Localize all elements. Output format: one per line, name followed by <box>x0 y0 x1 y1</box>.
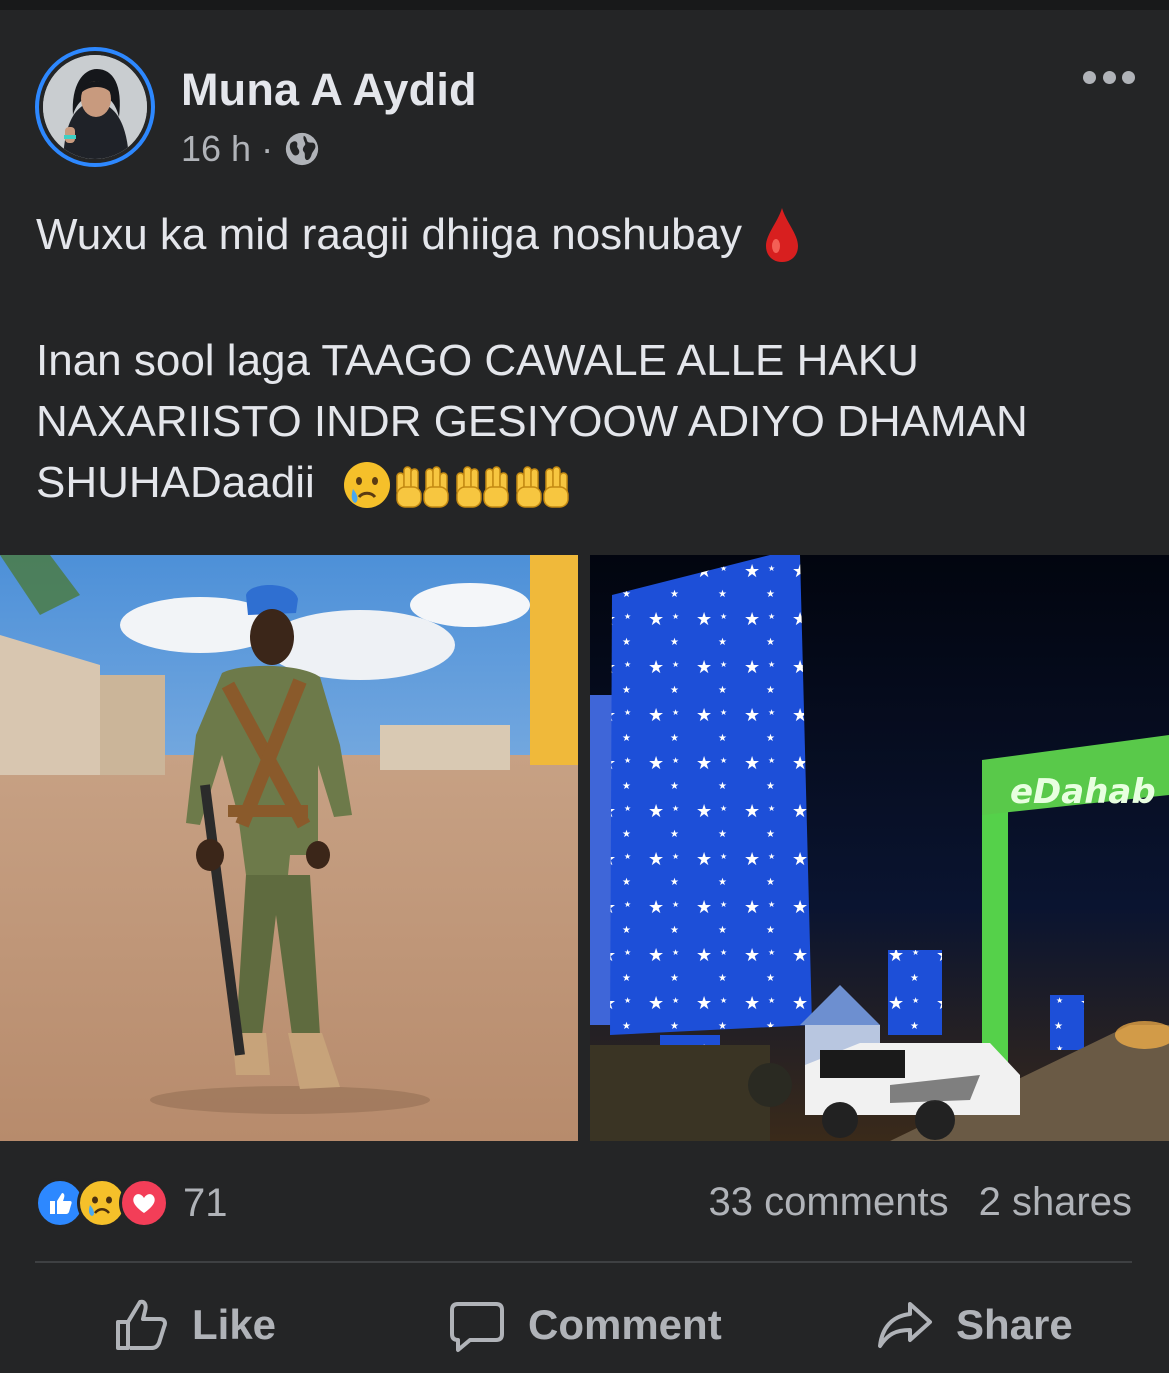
post-meta: 16 h · <box>181 128 321 170</box>
comments-count[interactable]: 33 comments <box>708 1180 948 1225</box>
edahab-sign: eDahab <box>1010 772 1156 812</box>
reactions-summary[interactable]: 71 <box>35 1178 228 1228</box>
avatar-image <box>43 55 147 159</box>
post-time[interactable]: 16 h <box>181 128 251 170</box>
author-name[interactable]: Muna A Aydid <box>181 64 477 116</box>
post-text-para2: Inan sool laga TAAGO CAWALE ALLE HAKU NA… <box>36 330 1146 513</box>
love-reaction-icon <box>119 1178 169 1228</box>
raised-hands-icon <box>456 466 509 509</box>
share-label: Share <box>956 1301 1073 1348</box>
like-icon <box>116 1299 167 1350</box>
divider <box>35 1261 1132 1263</box>
post-text-line1-content: Wuxu ka mid raagii dhiiga noshubay <box>36 210 743 259</box>
author-avatar[interactable] <box>35 47 155 167</box>
shares-count[interactable]: 2 shares <box>979 1180 1132 1225</box>
more-icon <box>1083 70 1096 84</box>
share-button[interactable]: Share <box>876 1290 1073 1360</box>
share-icon <box>878 1302 932 1348</box>
crying-face-icon <box>344 462 390 509</box>
globe-icon <box>285 132 319 166</box>
city-night-photo[interactable]: ★ ★ ★ eDahab <box>590 555 1169 1141</box>
action-bar: Like Comment Share <box>0 1290 1169 1360</box>
raised-hands-icon <box>396 466 449 509</box>
drop-of-blood-icon <box>766 208 799 262</box>
soldier-photo[interactable] <box>0 555 578 1141</box>
top-bar <box>0 0 1169 10</box>
comment-button[interactable]: Comment <box>448 1290 722 1360</box>
comment-icon <box>450 1302 504 1352</box>
more-options-button[interactable] <box>1083 62 1135 92</box>
like-button[interactable]: Like <box>112 1290 276 1360</box>
like-label: Like <box>192 1301 277 1348</box>
raised-hands-icon <box>516 466 569 509</box>
post-stats: 71 33 comments 2 shares <box>35 1178 1132 1230</box>
post-text-line1: Wuxu ka mid raagii dhiiga noshubay <box>36 206 800 264</box>
reaction-count: 71 <box>183 1180 228 1225</box>
meta-separator: · <box>261 128 274 169</box>
comment-label: Comment <box>528 1301 722 1348</box>
stats-right: 33 comments 2 shares <box>708 1180 1132 1225</box>
emoji-row <box>341 459 573 511</box>
